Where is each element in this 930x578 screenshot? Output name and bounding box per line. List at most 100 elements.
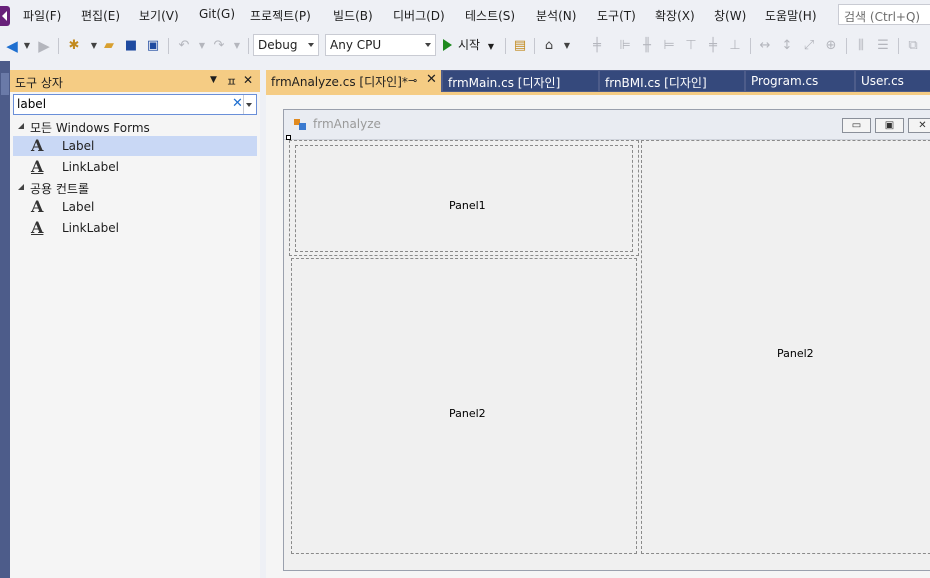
menu-window[interactable]: 창(W) [714,7,746,24]
save-all-icon[interactable]: ▣ [144,37,162,55]
minimize-icon: ▭ [842,118,871,133]
save-icon[interactable]: ■ [122,37,140,55]
tab-program-cs[interactable]: Program.cs [746,71,854,91]
start-debugging-button[interactable]: 시작 ▼ [443,36,494,56]
menu-build[interactable]: 빌드(B) [333,7,373,24]
redo-dropdown-icon[interactable]: ▼ [228,37,246,55]
visual-studio-logo-icon[interactable] [0,6,10,26]
align-bottom-icon[interactable]: ⊥ [726,37,744,55]
toolbar-separator [750,38,751,54]
align-grid-icon[interactable]: ╪ [588,37,606,55]
item-label: LinkLabel [62,221,119,235]
designed-form[interactable]: frmAnalyze ▭ ▣ ✕ Panel1 Panel2 Panel2 [283,109,930,571]
linklabel-control-icon: A [31,218,44,237]
item-label: Label [62,139,95,153]
toolbox-title: 도구 상자 [15,76,63,90]
toolbox-header: 도구 상자 ▼ ㅍ ✕ [10,70,260,92]
toolbar-separator [898,38,899,54]
bring-to-front-icon[interactable]: ⧉ [904,37,922,55]
horizontal-spacing-icon[interactable]: ⫼ [852,37,870,55]
home-icon[interactable]: ⌂ [540,37,558,55]
home-dropdown-icon[interactable]: ▼ [558,37,576,55]
document-tabs: frmAnalyze.cs [디자인]* ⊸ ✕ frmMain.cs [디자인… [266,70,930,92]
panel1[interactable]: Panel1 [295,145,633,252]
toolbox-panel: 도구 상자 ▼ ㅍ ✕ ✕ 모든 Windows Forms A Label A… [10,70,260,578]
expanded-arrow-icon [18,123,24,129]
forward-icon[interactable]: ▶ [35,37,53,55]
search-options-dropdown-icon[interactable] [243,95,256,114]
expanded-arrow-icon [18,184,24,190]
menu-file[interactable]: 파일(F) [23,7,61,24]
start-label: 시작 [458,38,481,52]
clear-search-icon[interactable]: ✕ [232,96,243,111]
align-center-icon[interactable]: ╫ [638,37,656,55]
editor-area: frmAnalyze.cs [디자인]* ⊸ ✕ frmMain.cs [디자인… [266,70,930,578]
new-project-icon[interactable]: ✱ [65,37,83,55]
chevron-down-icon [308,43,314,47]
tab-frmmain-designer[interactable]: frmMain.cs [디자인] [443,71,598,91]
start-dropdown-icon[interactable]: ▼ [488,42,494,51]
make-same-height-icon[interactable]: ↕ [778,37,796,55]
configuration-dropdown[interactable]: Debug [253,34,319,56]
toolbox-search-input[interactable] [17,97,227,111]
menu-test[interactable]: 테스트(S) [465,7,515,24]
group-label: 모든 Windows Forms [30,121,150,135]
tab-label: frmMain.cs [디자인] [448,76,561,90]
toolbox-search-field[interactable]: ✕ [13,94,257,115]
configuration-value: Debug [258,38,298,52]
undo-icon[interactable]: ↶ [175,37,193,55]
panel1-selection-outline[interactable]: Panel1 [289,140,639,256]
find-in-files-icon[interactable]: ▤ [511,37,529,55]
menu-extensions[interactable]: 확장(X) [655,7,695,24]
back-dropdown-icon[interactable]: ▼ [18,37,36,55]
vertical-spacing-icon[interactable]: ☰ [874,37,892,55]
toolbar-separator [58,38,59,54]
search-placeholder: 검색 (Ctrl+Q) [844,10,921,24]
menu-help[interactable]: 도움말(H) [765,7,817,24]
server-explorer-tab[interactable] [1,73,9,95]
menu-analyze[interactable]: 분석(N) [536,7,576,24]
panel2-left[interactable]: Panel2 [291,258,637,554]
panel2-right[interactable]: Panel2 [641,140,930,554]
form-title: frmAnalyze [313,117,381,131]
panel-label: Panel2 [777,347,814,360]
align-middle-icon[interactable]: ╪ [704,37,722,55]
make-same-size-icon[interactable]: ⤢ [800,37,818,55]
designer-surface[interactable]: frmAnalyze ▭ ▣ ✕ Panel1 Panel2 Panel2 [266,95,930,578]
pin-icon[interactable]: ㅍ [226,73,237,90]
align-left-icon[interactable]: ⊫ [616,37,634,55]
toolbox-item-label[interactable]: A Label [13,136,257,156]
close-tab-icon[interactable]: ✕ [426,72,437,87]
menu-project[interactable]: 프로젝트(P) [250,7,311,24]
menu-view[interactable]: 보기(V) [139,7,179,24]
tab-user-cs[interactable]: User.cs [856,71,930,91]
menu-debug[interactable]: 디버그(D) [393,7,445,24]
menu-tools[interactable]: 도구(T) [597,7,636,24]
toolbox-item-linklabel[interactable]: A LinkLabel [13,218,257,238]
toolbox-group-common-controls[interactable]: 공용 컨트롤 [10,177,260,197]
platform-dropdown[interactable]: Any CPU [325,34,436,56]
search-input[interactable]: 검색 (Ctrl+Q) [838,4,930,25]
form-titlebar: frmAnalyze ▭ ▣ ✕ [284,110,930,140]
make-same-width-icon[interactable]: ↔ [756,37,774,55]
align-right-icon[interactable]: ⊨ [660,37,678,55]
pin-tab-icon[interactable]: ⊸ [408,74,417,87]
align-top-icon[interactable]: ⊤ [682,37,700,55]
toolbar-separator [168,38,169,54]
redo-icon[interactable]: ↷ [210,37,228,55]
undo-dropdown-icon[interactable]: ▼ [193,37,211,55]
toolbar-separator [846,38,847,54]
size-to-grid-icon[interactable]: ⊕ [822,37,840,55]
window-position-dropdown-icon[interactable]: ▼ [210,75,217,85]
menu-git[interactable]: Git(G) [199,7,235,21]
toolbox-group-all-windows-forms[interactable]: 모든 Windows Forms [10,116,260,136]
toolbox-item-label[interactable]: A Label [13,197,257,217]
toolbox-item-linklabel[interactable]: A LinkLabel [13,157,257,177]
side-tool-strip [0,61,10,578]
open-icon[interactable]: ▰ [100,37,118,55]
tab-frnbmi-designer[interactable]: frnBMI.cs [디자인] [600,71,744,91]
group-label: 공용 컨트롤 [30,182,90,196]
menu-edit[interactable]: 편집(E) [81,7,120,24]
close-icon[interactable]: ✕ [243,73,253,87]
tab-frmanalyze-designer[interactable]: frmAnalyze.cs [디자인]* ⊸ ✕ [266,70,441,92]
